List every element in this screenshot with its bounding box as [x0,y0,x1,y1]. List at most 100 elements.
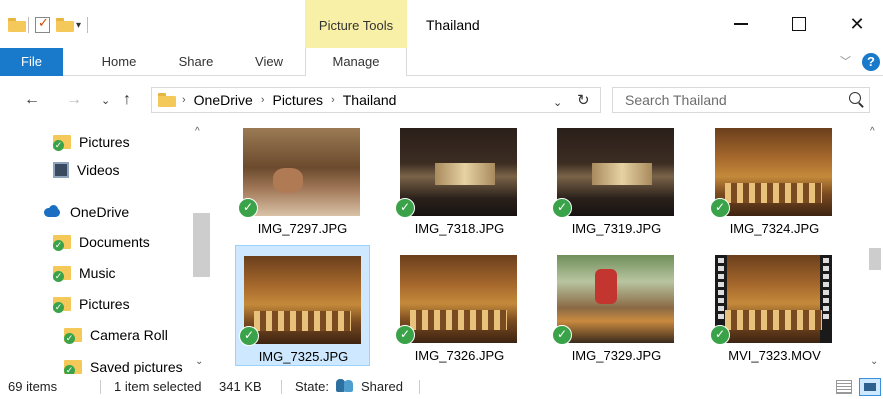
status-separator [100,380,101,394]
sidebar-item-label: Pictures [79,134,130,150]
content-scrollbar-thumb[interactable] [869,248,881,270]
synced-check-icon: ✓ [395,198,415,218]
synced-check-icon: ✓ [239,326,259,346]
minimize-button[interactable] [718,0,764,48]
maximize-button[interactable] [776,0,822,48]
expand-ribbon-chevron-icon[interactable]: ﹀ [840,53,851,69]
quick-access-folder-icon [53,134,71,151]
sidebar-item-onedrive-pictures[interactable]: Pictures [53,291,130,317]
onedrive-folder-icon [53,296,71,313]
properties-icon[interactable] [35,15,50,33]
sidebar-item-label: OneDrive [70,204,130,220]
close-button[interactable]: ✕ [834,0,880,48]
sidebar-item-quick-pictures[interactable]: Pictures [53,129,130,155]
scroll-up-chevron-icon[interactable]: ^ [195,126,200,137]
folder-icon[interactable] [8,18,26,32]
sidebar-item-label: Saved pictures [90,359,183,374]
window-title: Thailand [426,17,480,33]
file-name: IMG_7326.JPG [414,348,505,363]
sidebar-item-documents[interactable]: Documents [53,229,150,255]
large-icons-view-icon[interactable] [859,378,881,396]
sidebar-item-label: Pictures [79,296,130,312]
file-tile[interactable]: ✓ IMG_7319.JPG [549,118,684,239]
sidebar-scrollbar-thumb[interactable] [193,213,210,277]
help-icon[interactable]: ? [862,53,880,71]
breadcrumb-separator-icon[interactable]: › [331,92,335,109]
search-box[interactable] [612,87,870,113]
toolbar-separator [87,17,89,33]
sidebar-item-camera-roll[interactable]: Camera Roll [64,322,168,348]
back-arrow-icon[interactable]: ← [24,90,40,110]
up-arrow-icon[interactable]: ↑ [123,90,131,110]
sidebar-item-saved-pictures[interactable]: Saved pictures [64,354,183,374]
photo-thumbnail [557,255,674,343]
sidebar-item-onedrive[interactable]: OneDrive [42,199,129,225]
file-name: IMG_7319.JPG [571,221,662,236]
tab-share[interactable]: Share [165,48,227,76]
file-view: ✓ IMG_7297.JPG ✓ IMG_7318.JPG ✓ IMG_7319… [220,118,865,374]
close-icon: ✕ [849,13,865,34]
file-name: IMG_7318.JPG [414,221,505,236]
onedrive-folder-icon [64,359,82,374]
status-separator [281,380,282,394]
photo-thumbnail [715,128,832,216]
photo-thumbnail [400,128,517,216]
file-tile-selected[interactable]: ✓ IMG_7325.JPG [235,245,370,366]
photo-thumbnail [400,255,517,343]
forward-arrow-icon[interactable]: → [66,90,82,110]
sidebar-item-videos[interactable]: Videos [53,157,120,183]
customize-toolbar-dropdown-icon[interactable]: ▾ [76,20,81,31]
file-name: IMG_7329.JPG [571,348,662,363]
details-view-icon[interactable] [836,380,852,394]
breadcrumb-onedrive[interactable]: OneDrive [194,92,253,109]
new-folder-icon[interactable] [56,18,74,32]
breadcrumb-thailand[interactable]: Thailand [343,92,397,109]
content-scrollbar[interactable] [867,118,883,374]
breadcrumb: › OneDrive › Pictures › Thailand [182,92,396,109]
status-separator [419,380,420,394]
file-tile[interactable]: ✓ IMG_7329.JPG [549,245,684,366]
photo-thumbnail [244,256,361,344]
selection-size: 341 KB [219,379,262,394]
file-tile[interactable]: ✓ IMG_7326.JPG [392,245,527,366]
photo-thumbnail [243,128,360,216]
synced-check-icon: ✓ [710,198,730,218]
state-label: State: [295,379,329,394]
file-name: IMG_7297.JPG [257,221,348,236]
scroll-up-chevron-icon[interactable]: ^ [870,126,875,137]
tab-manage[interactable]: Manage [305,48,407,76]
breadcrumb-pictures[interactable]: Pictures [272,92,323,109]
navigation-pane: Pictures Videos OneDrive Documents Music… [0,124,214,374]
file-tile[interactable]: ✓ MVI_7323.MOV [707,245,842,366]
file-tile[interactable]: ✓ IMG_7324.JPG [707,118,842,239]
tab-view[interactable]: View [240,48,298,76]
maximize-icon [792,17,806,31]
breadcrumb-separator-icon[interactable]: › [261,92,265,109]
breadcrumb-separator-icon: › [182,94,186,106]
refresh-icon[interactable]: ↻ [577,91,590,109]
recent-locations-chevron-icon[interactable]: ⌄ [101,91,110,111]
tab-file[interactable]: File [0,48,63,76]
title-bar: ▾ Picture Tools Thailand ✕ [0,0,883,48]
file-name: IMG_7325.JPG [258,349,349,364]
address-dropdown-chevron-icon[interactable]: ⌄ [553,96,562,109]
onedrive-folder-icon [53,265,71,282]
tab-home[interactable]: Home [88,48,150,76]
synced-check-icon: ✓ [552,198,572,218]
minimize-icon [734,23,748,25]
scroll-down-chevron-icon[interactable]: ⌄ [195,356,203,367]
file-tile[interactable]: ✓ IMG_7297.JPG [235,118,370,239]
search-input[interactable] [625,92,835,108]
address-bar[interactable]: › OneDrive › Pictures › Thailand [151,87,601,113]
onedrive-folder-icon [64,327,82,344]
scroll-down-chevron-icon[interactable]: ⌄ [870,356,878,367]
sidebar-item-music[interactable]: Music [53,260,116,286]
state-value: Shared [361,379,403,394]
toolbar-separator [28,17,29,33]
onedrive-folder-icon [53,234,71,251]
file-tile[interactable]: ✓ IMG_7318.JPG [392,118,527,239]
synced-check-icon: ✓ [395,325,415,345]
filmstrip-icon [820,255,832,343]
sidebar-item-label: Documents [79,234,150,250]
search-icon[interactable] [849,92,861,104]
